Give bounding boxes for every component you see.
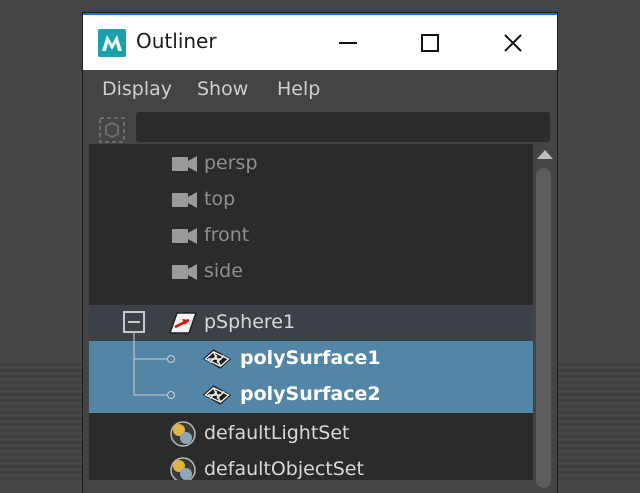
tree-label: polySurface1 bbox=[240, 347, 381, 369]
set-icon bbox=[170, 457, 196, 480]
filter-toggle-icon[interactable] bbox=[97, 115, 127, 145]
tree-row-defaultlightset[interactable]: defaultLightSet bbox=[89, 416, 533, 452]
tree-row-persp[interactable]: persp bbox=[89, 146, 533, 182]
tree-scrollbar[interactable] bbox=[533, 144, 557, 488]
close-button[interactable] bbox=[498, 28, 528, 58]
tree-row-polysurface1[interactable]: polySurface1 bbox=[89, 341, 533, 377]
collapse-toggle[interactable] bbox=[123, 311, 145, 333]
tree-row-front[interactable]: front bbox=[89, 218, 533, 254]
camera-icon bbox=[172, 192, 197, 208]
menu-show[interactable]: Show bbox=[197, 78, 248, 100]
tree-label: persp bbox=[204, 152, 258, 174]
menu-bar: Display Show Help bbox=[83, 70, 557, 110]
mesh-icon bbox=[202, 349, 232, 369]
tree-label: top bbox=[204, 188, 236, 210]
tree-row-defaultobjectset[interactable]: defaultObjectSet bbox=[89, 452, 533, 480]
tree-label: pSphere1 bbox=[204, 311, 296, 333]
camera-icon bbox=[172, 228, 197, 244]
tree-label: defaultLightSet bbox=[204, 422, 350, 444]
window-title: Outliner bbox=[136, 29, 217, 53]
tree-label: side bbox=[204, 260, 243, 282]
tree-row-side[interactable]: side bbox=[89, 254, 533, 290]
tree-row-top[interactable]: top bbox=[89, 182, 533, 218]
minimize-button[interactable] bbox=[333, 28, 363, 58]
tree-label: front bbox=[204, 224, 250, 246]
mesh-icon bbox=[202, 385, 232, 405]
maximize-button[interactable] bbox=[415, 28, 445, 58]
menu-display[interactable]: Display bbox=[102, 78, 172, 100]
maya-app-icon bbox=[98, 29, 126, 57]
tree-row-psphere1[interactable]: pSphere1 bbox=[89, 305, 533, 341]
scroll-up-arrow-icon[interactable] bbox=[537, 150, 553, 159]
tree-row-polysurface2[interactable]: polySurface2 bbox=[89, 377, 533, 413]
transform-icon bbox=[168, 312, 198, 334]
scroll-thumb[interactable] bbox=[536, 168, 551, 488]
menu-help[interactable]: Help bbox=[277, 78, 320, 100]
camera-icon bbox=[172, 264, 197, 280]
set-icon bbox=[170, 421, 196, 447]
camera-icon bbox=[172, 156, 197, 172]
search-input[interactable] bbox=[136, 112, 550, 142]
outliner-tree: persp top front side pSphere1 polySurfac… bbox=[89, 144, 533, 480]
title-bar[interactable]: Outliner bbox=[83, 13, 557, 70]
tree-label: defaultObjectSet bbox=[204, 458, 364, 480]
tree-label: polySurface2 bbox=[240, 383, 381, 405]
